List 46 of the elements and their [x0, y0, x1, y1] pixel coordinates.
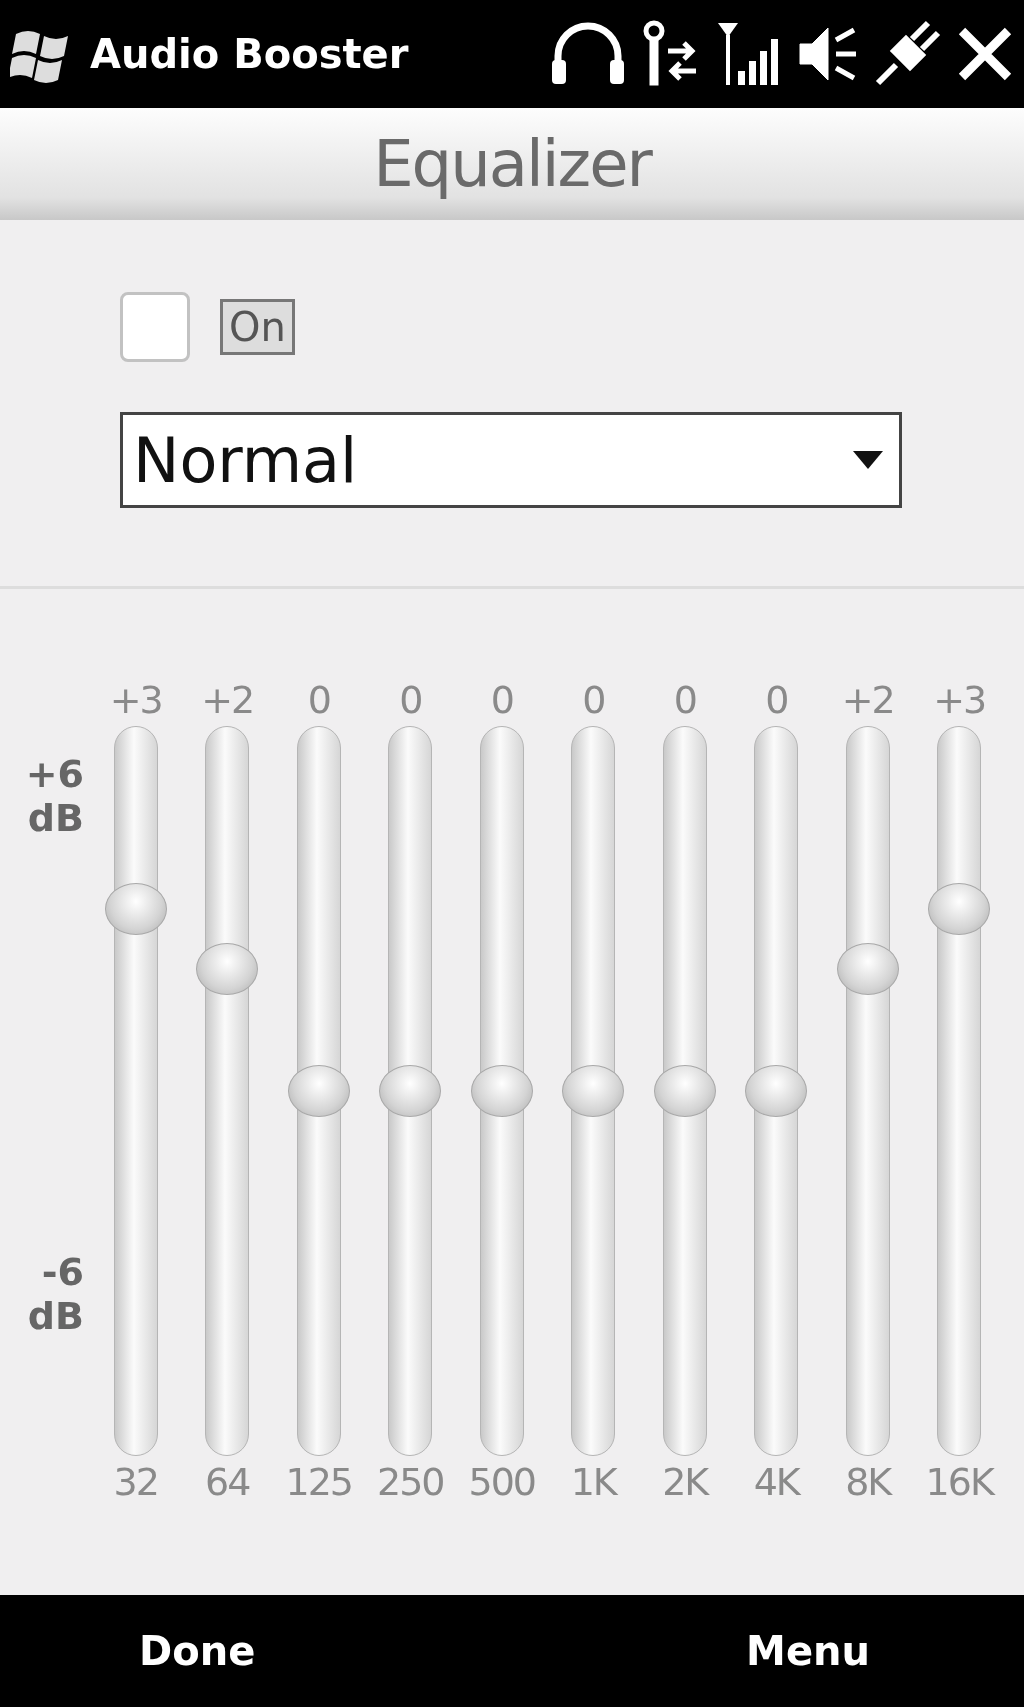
frequency-label: 2K: [662, 1459, 708, 1506]
dropdown-value: Normal: [133, 423, 358, 497]
frequency-label: 8K: [845, 1459, 891, 1506]
close-icon[interactable]: [956, 25, 1014, 83]
gain-value: 0: [490, 677, 513, 724]
frequency-label: 125: [285, 1459, 352, 1506]
app-title: Audio Booster: [90, 31, 409, 77]
preset-dropdown[interactable]: Normal: [120, 412, 902, 508]
menu-softkey[interactable]: Menu: [742, 1624, 874, 1678]
frequency-label: 64: [205, 1459, 250, 1506]
screen-title: Equalizer: [373, 127, 651, 201]
slider[interactable]: [744, 726, 809, 1456]
slider[interactable]: [378, 726, 443, 1456]
dropdown-caret-icon: [853, 451, 883, 469]
slider-thumb[interactable]: [745, 1065, 808, 1117]
frequency-label: 500: [468, 1459, 535, 1506]
frequency-label: 32: [113, 1459, 158, 1506]
done-softkey[interactable]: Done: [135, 1624, 260, 1678]
gain-value: +3: [933, 677, 986, 724]
slider[interactable]: [927, 726, 992, 1456]
gain-value: 0: [399, 677, 422, 724]
gain-value: 0: [765, 677, 788, 724]
frequency-label: 16K: [925, 1459, 993, 1506]
checkbox[interactable]: [120, 292, 190, 362]
slider-thumb[interactable]: [470, 1065, 533, 1117]
gain-value: 0: [307, 677, 330, 724]
slider-thumb[interactable]: [379, 1065, 442, 1117]
frequency-label: 250: [377, 1459, 444, 1506]
headphones-icon: [550, 22, 626, 86]
scale-min-label: -6 dB: [26, 1250, 84, 1338]
scale-max-label: +6 dB: [24, 752, 84, 840]
gain-value: +2: [201, 677, 254, 724]
frequency-label: 4K: [753, 1459, 799, 1506]
gain-value: 0: [673, 677, 696, 724]
gain-value: 0: [582, 677, 605, 724]
slider-thumb[interactable]: [287, 1065, 350, 1117]
gain-value: +3: [109, 677, 162, 724]
slider[interactable]: [561, 726, 626, 1456]
slider[interactable]: [103, 726, 168, 1456]
frequency-label: 1K: [570, 1459, 616, 1506]
gain-value: +2: [841, 677, 894, 724]
checkbox-label[interactable]: On: [220, 299, 295, 355]
slider[interactable]: [469, 726, 534, 1456]
slider-thumb[interactable]: [562, 1065, 625, 1117]
slider[interactable]: [835, 726, 900, 1456]
slider-thumb[interactable]: [653, 1065, 716, 1117]
